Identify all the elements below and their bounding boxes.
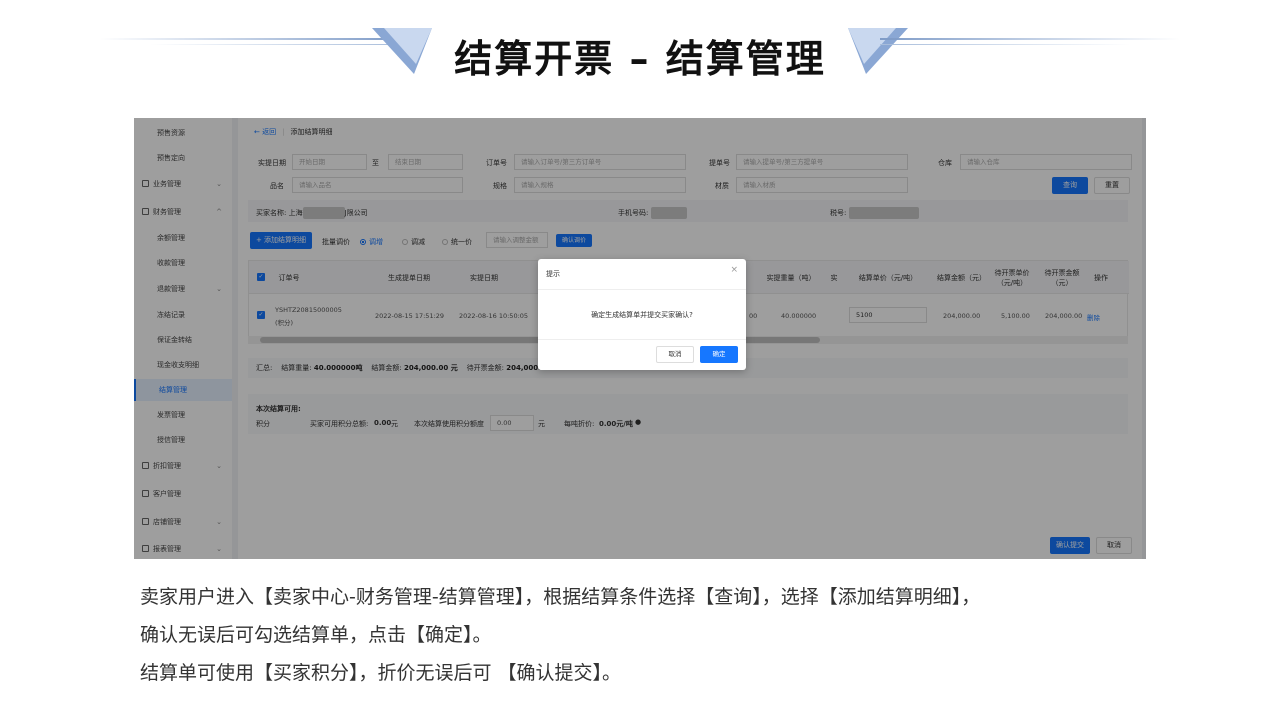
page-title: 结算开票 – 结算管理 bbox=[454, 37, 826, 81]
slide: 结算开票 – 结算管理 预售资源 预售定向 业务管理 ⌄ 财务管理 ^ 余额管理 收… bbox=[0, 0, 1280, 720]
caption-line-3: 结算单可使用【买家积分】，折价无误后可 【确认提交】。 bbox=[140, 662, 622, 684]
dialog-divider bbox=[538, 339, 746, 340]
caption-line-2: 确认无误后可勾选结算单，点击【确定】。 bbox=[140, 624, 492, 646]
caption-line-1: 卖家用户进入【卖家中心-财务管理-结算管理】，根据结算条件选择【查询】，选择【添… bbox=[140, 586, 981, 608]
caption: 卖家用户进入【卖家中心-财务管理-结算管理】，根据结算条件选择【查询】，选择【添… bbox=[140, 578, 1150, 692]
close-icon[interactable]: × bbox=[730, 265, 738, 275]
dialog-divider bbox=[538, 289, 746, 290]
app-screenshot: 预售资源 预售定向 业务管理 ⌄ 财务管理 ^ 余额管理 收款管理 退款管理 ⌄ 冻结… bbox=[134, 118, 1146, 559]
dialog-cancel-button[interactable]: 取消 bbox=[656, 346, 694, 363]
dialog-ok-button[interactable]: 确定 bbox=[700, 346, 738, 363]
dialog-title: 提示 bbox=[546, 270, 560, 278]
dialog-message: 确定生成结算单并提交买家确认? bbox=[591, 311, 693, 319]
confirm-dialog: 提示 × 确定生成结算单并提交买家确认? 取消 确定 bbox=[538, 259, 746, 370]
